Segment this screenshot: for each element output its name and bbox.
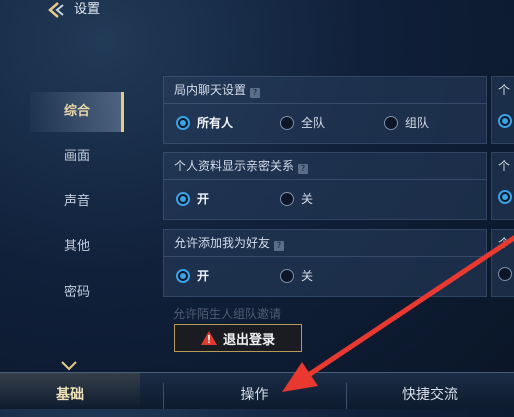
partial-setting-title: 允许陌生人组队邀请 bbox=[173, 307, 282, 321]
right-panel: 个 bbox=[491, 152, 514, 220]
intimacy-setting-panel: 个人资料显示亲密关系? 开 关 bbox=[163, 152, 487, 220]
option-label: 关 bbox=[301, 192, 314, 206]
sidebar-item-display[interactable]: 画面 bbox=[30, 137, 124, 177]
radio-selected-icon[interactable] bbox=[498, 114, 512, 128]
radio-icon[interactable] bbox=[384, 115, 398, 130]
sidebar-item-general[interactable]: 综合 bbox=[30, 92, 124, 132]
help-icon[interactable]: ? bbox=[298, 164, 309, 174]
option-group[interactable]: 组队 bbox=[384, 114, 429, 131]
radio-icon[interactable] bbox=[498, 267, 512, 281]
radio-icon[interactable] bbox=[280, 268, 294, 283]
tab-quick-chat[interactable]: 快捷交流 bbox=[346, 373, 514, 409]
option-off[interactable]: 关 bbox=[280, 190, 313, 207]
panel-title: 个人资料显示亲密关系 bbox=[174, 159, 295, 173]
back-chevron-icon[interactable] bbox=[44, 1, 66, 19]
divider bbox=[164, 256, 486, 257]
tab-basic[interactable]: 基础 bbox=[0, 373, 140, 409]
panel-title: 允许添加我为好友 bbox=[174, 236, 271, 250]
option-label: 开 bbox=[197, 269, 210, 283]
divider bbox=[164, 179, 486, 180]
right-panel: 个 bbox=[491, 229, 514, 297]
panel-title-fragment: 个 bbox=[498, 83, 511, 97]
radio-selected-icon[interactable] bbox=[176, 115, 190, 130]
radio-selected-icon[interactable] bbox=[176, 191, 190, 206]
sidebar-item-password[interactable]: 密码 bbox=[30, 273, 124, 313]
option-everyone[interactable]: 所有人 bbox=[176, 114, 233, 131]
friend-request-panel: 允许添加我为好友? 开 关 bbox=[163, 229, 487, 297]
option-label: 全队 bbox=[301, 116, 326, 130]
right-panel: 个 bbox=[491, 76, 514, 144]
panel-title-fragment: 个 bbox=[498, 159, 511, 173]
option-label: 组队 bbox=[405, 116, 430, 130]
chevron-down-icon bbox=[61, 361, 77, 371]
panel-title-fragment: 个 bbox=[498, 236, 511, 250]
logout-button[interactable]: 退出登录 bbox=[174, 324, 302, 352]
panel-title: 局内聊天设置 bbox=[174, 83, 247, 97]
option-off[interactable]: 关 bbox=[280, 267, 313, 284]
header: 设置 bbox=[0, 0, 514, 24]
help-icon[interactable]: ? bbox=[274, 241, 285, 251]
bottom-tab-bar: 基础 操作 快捷交流 bbox=[0, 372, 514, 409]
logout-label: 退出登录 bbox=[222, 332, 275, 348]
divider bbox=[164, 103, 486, 104]
tab-controls[interactable]: 操作 bbox=[163, 373, 346, 409]
help-icon[interactable]: ? bbox=[250, 88, 261, 98]
sidebar-item-sound[interactable]: 声音 bbox=[30, 182, 124, 222]
sidebar-item-other[interactable]: 其他 bbox=[30, 227, 124, 267]
option-on[interactable]: 开 bbox=[176, 267, 209, 284]
option-on[interactable]: 开 bbox=[176, 190, 209, 207]
option-team[interactable]: 全队 bbox=[280, 114, 325, 131]
option-label: 关 bbox=[301, 269, 314, 283]
option-label: 所有人 bbox=[197, 116, 234, 130]
warning-icon bbox=[200, 331, 217, 345]
radio-selected-icon[interactable] bbox=[498, 190, 512, 204]
radio-icon[interactable] bbox=[280, 191, 294, 206]
page-title: 设置 bbox=[74, 2, 101, 17]
chat-setting-panel: 局内聊天设置? 所有人 全队 组队 bbox=[163, 76, 487, 144]
option-label: 开 bbox=[197, 192, 210, 206]
radio-selected-icon[interactable] bbox=[176, 268, 190, 283]
radio-icon[interactable] bbox=[280, 115, 294, 130]
